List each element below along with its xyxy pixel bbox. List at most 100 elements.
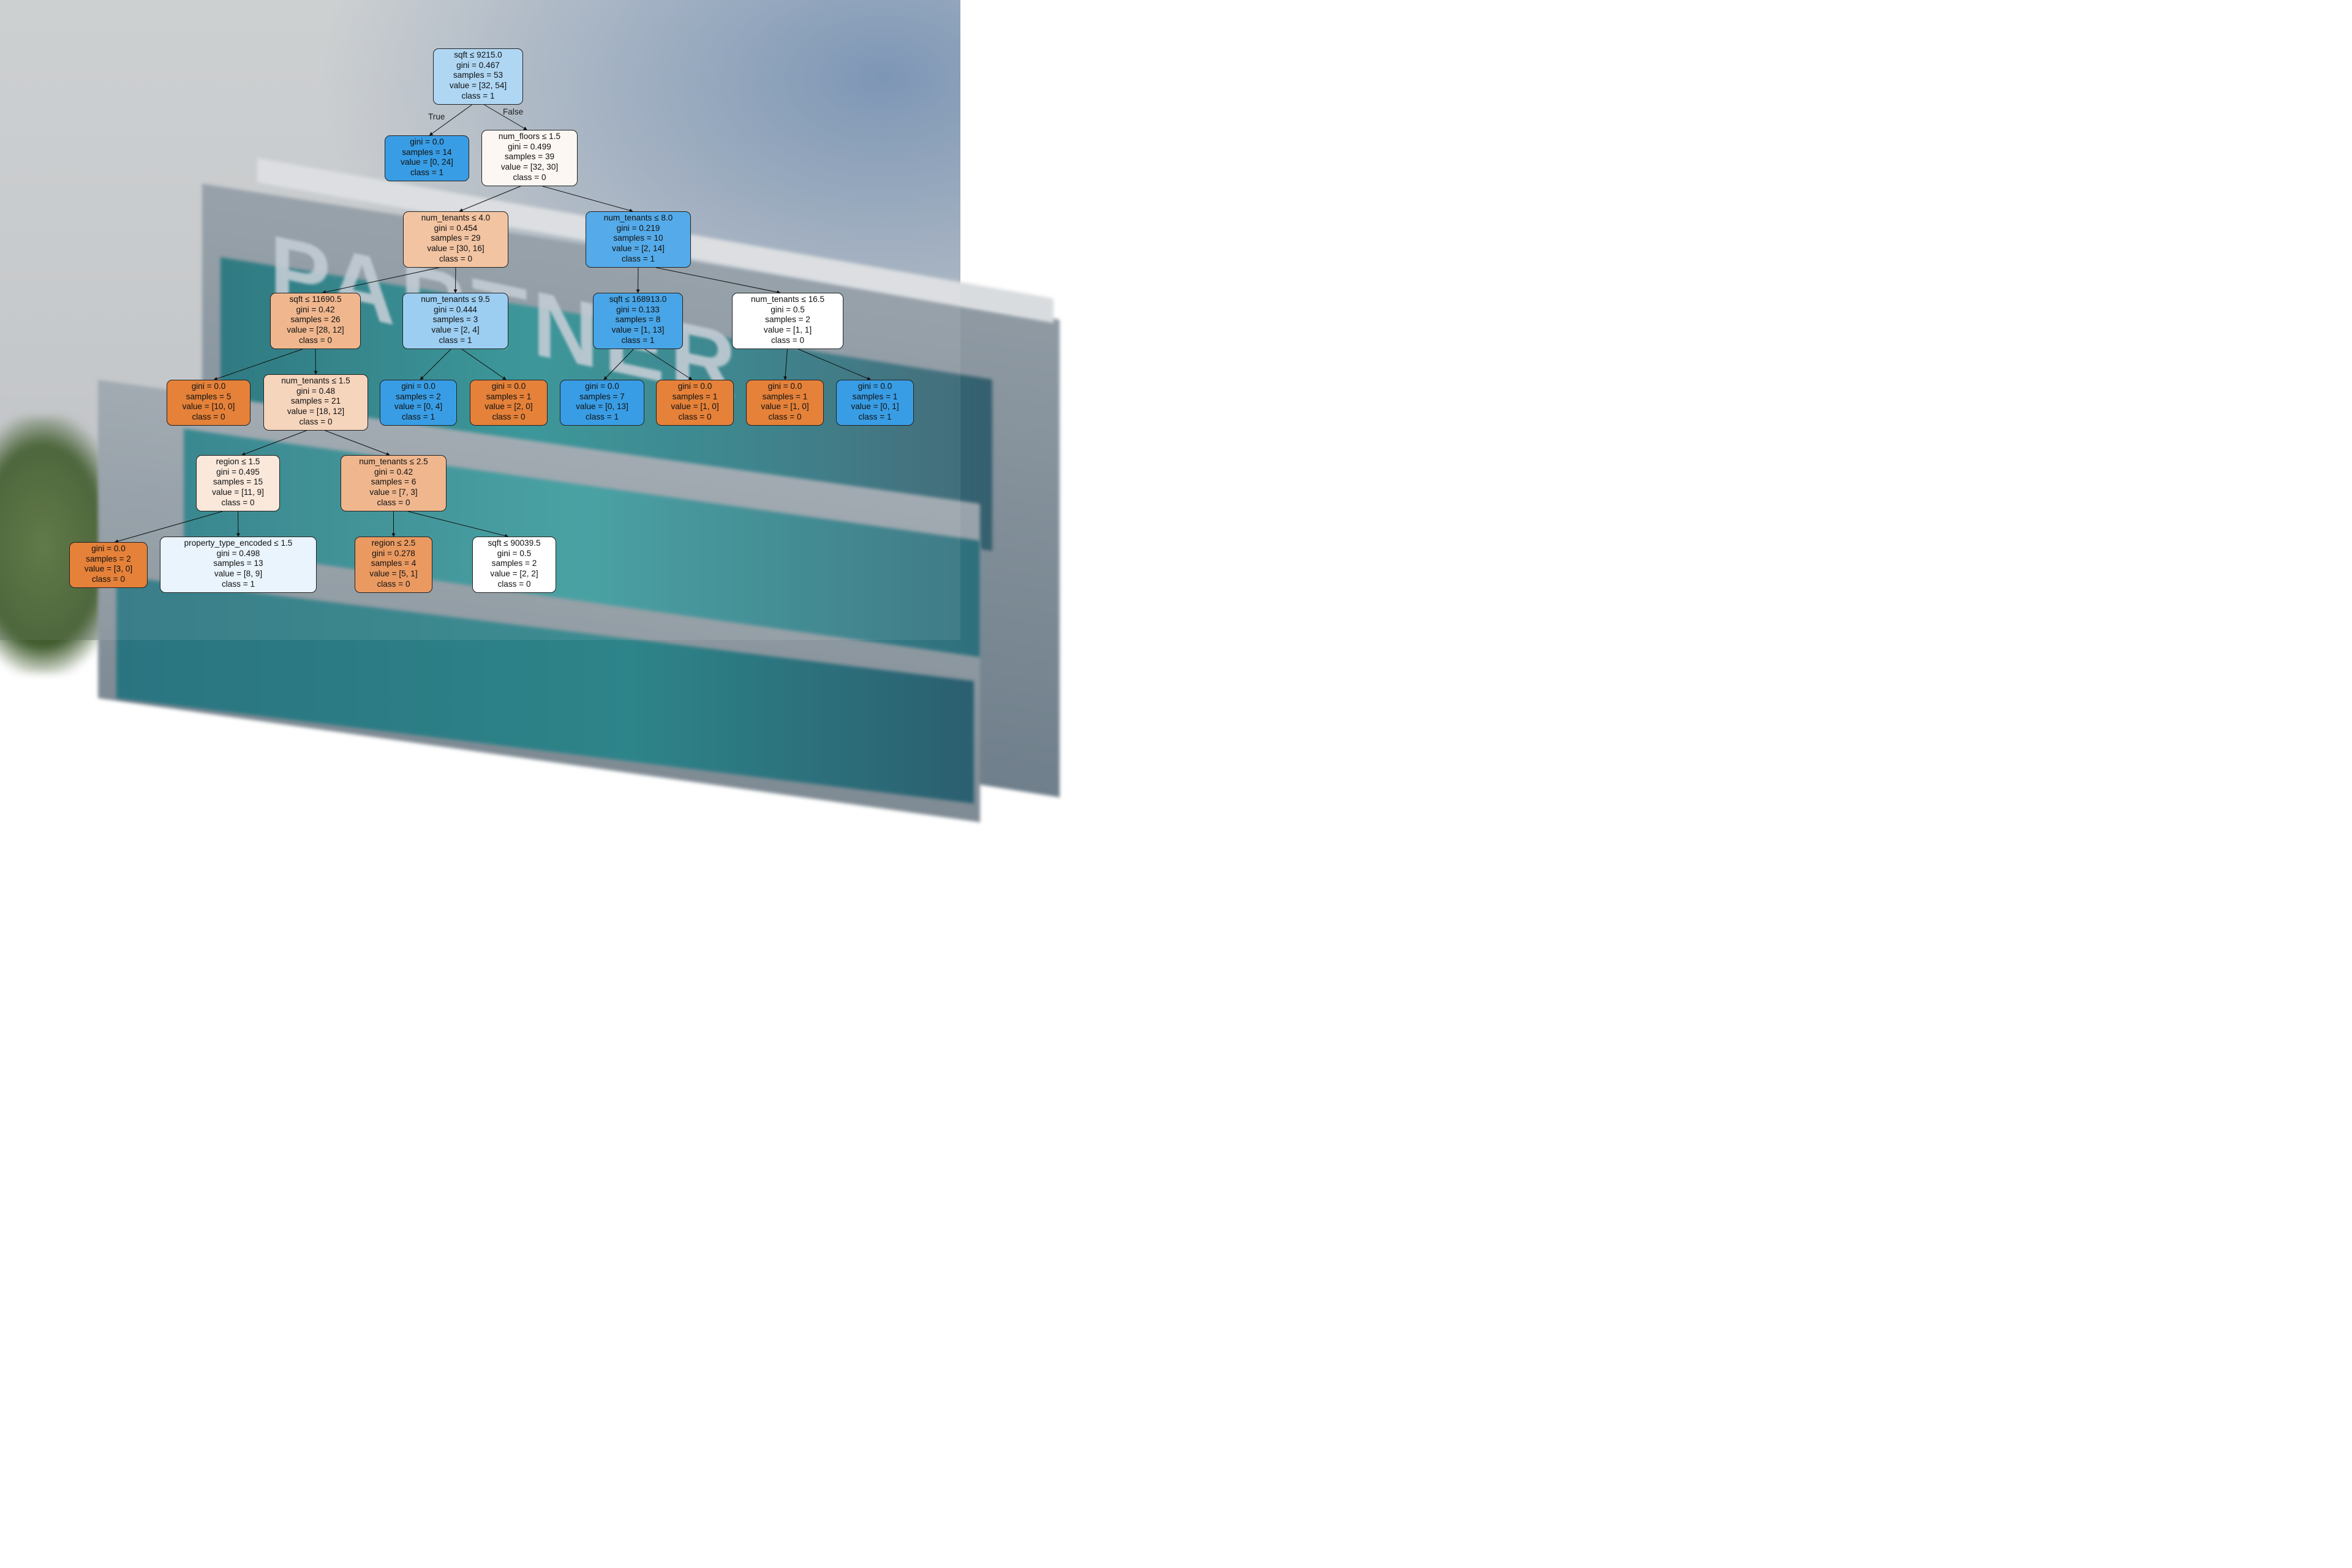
tree-edge <box>603 349 634 380</box>
node-text-line: value = [0, 24] <box>401 157 453 167</box>
node-text-line: value = [1, 0] <box>761 402 809 412</box>
edge-label-false: False <box>503 107 524 116</box>
node-text-line: num_floors ≤ 1.5 <box>498 132 561 141</box>
node-text-line: value = [1, 1] <box>763 325 812 335</box>
node-text-line: gini = 0.42 <box>296 304 335 314</box>
node-text-line: value = [5, 1] <box>369 569 418 579</box>
tree-node-root: sqft ≤ 9215.0 gini = 0.467 samples = 53 val… <box>433 48 523 105</box>
node-text-line: class = 0 <box>513 172 546 182</box>
node-text-line: num_tenants ≤ 4.0 <box>421 213 491 222</box>
tree-node-leaf: gini = 0.0 samples = 1 value = [1, 0] class… <box>746 380 824 426</box>
node-text-line: samples = 1 <box>762 391 808 401</box>
tree-edge <box>408 511 509 538</box>
node-text-line: samples = 53 <box>453 70 503 80</box>
node-text-line: samples = 13 <box>213 559 263 568</box>
node-text-line: region ≤ 2.5 <box>371 538 416 548</box>
node-text-line: gini = 0.454 <box>434 223 478 233</box>
tree-edge <box>241 430 307 456</box>
node-text-line: gini = 0.133 <box>616 304 660 314</box>
node-text-line: value = [1, 13] <box>611 325 665 335</box>
tree-node-split: num_tenants ≤ 8.0 gini = 0.219 samples = 1… <box>586 211 691 268</box>
node-text-line: gini = 0.278 <box>372 548 415 558</box>
node-text-line: samples = 5 <box>186 391 232 401</box>
node-text-line: value = [0, 4] <box>394 402 443 412</box>
tree-edge <box>644 349 693 380</box>
node-text-line: gini = 0.0 <box>585 382 619 391</box>
tree-node-split: sqft ≤ 90039.5 gini = 0.5 samples = 2 value… <box>472 537 556 593</box>
node-text-line: samples = 15 <box>213 477 263 487</box>
node-text-line: samples = 4 <box>371 559 417 568</box>
node-text-line: gini = 0.499 <box>508 141 551 151</box>
tree-node-split: sqft ≤ 168913.0 gini = 0.133 samples = 8 va… <box>593 293 683 349</box>
node-text-line: value = [28, 12] <box>287 325 344 335</box>
node-text-line: class = 0 <box>377 497 410 507</box>
tree-node-split: num_tenants ≤ 16.5 gini = 0.5 samples = 2v… <box>732 293 843 349</box>
node-text-line: samples = 14 <box>402 147 452 157</box>
node-text-line: gini = 0.0 <box>410 137 444 146</box>
node-text-line: class = 0 <box>492 412 526 422</box>
node-text-line: samples = 8 <box>615 315 661 325</box>
node-text-line: gini = 0.498 <box>216 548 260 558</box>
node-text-line: value = [0, 13] <box>576 402 628 412</box>
node-text-line: samples = 26 <box>290 315 341 325</box>
node-text-line: class = 0 <box>91 575 126 584</box>
node-text-line: sqft ≤ 90039.5 <box>488 538 541 548</box>
tree-node-leaf: gini = 0.0 samples = 1 value = [0, 1] class… <box>836 380 914 426</box>
node-text-line: value = [3, 0] <box>84 564 133 574</box>
tree-edge <box>542 186 633 213</box>
node-text-line: value = [18, 12] <box>287 407 345 417</box>
node-text-line: value = [11, 9] <box>212 488 264 497</box>
node-text-line: class = 0 <box>497 579 531 589</box>
node-text-line: value = [2, 2] <box>490 569 538 579</box>
edge-label-true: True <box>428 112 445 121</box>
tree-node-leaf: gini = 0.0 samples = 5 value = [10, 0] clas… <box>167 380 251 426</box>
tree-edge <box>797 349 871 380</box>
node-text-line: class = 0 <box>439 254 473 263</box>
node-text-line: class = 0 <box>771 335 805 345</box>
node-text-line: class = 1 <box>439 335 472 345</box>
node-text-line: class = 1 <box>858 412 892 422</box>
node-text-line: samples = 1 <box>852 391 898 401</box>
node-text-line: gini = 0.495 <box>216 467 260 477</box>
node-text-line: value = [2, 14] <box>612 244 665 254</box>
node-text-line: gini = 0.467 <box>456 60 500 70</box>
node-text-line: gini = 0.444 <box>434 304 477 314</box>
node-text-line: samples = 3 <box>432 315 478 325</box>
node-text-line: class = 1 <box>221 579 255 589</box>
node-text-line: class = 0 <box>377 579 410 589</box>
tree-node-split: region ≤ 2.5 gini = 0.278 samples = 4 value… <box>355 537 432 593</box>
node-text-line: class = 1 <box>401 412 435 422</box>
node-text-line: gini = 0.219 <box>616 223 660 233</box>
node-text-line: class = 0 <box>678 412 712 422</box>
node-text-line: gini = 0.0 <box>677 382 712 391</box>
node-text-line: samples = 39 <box>504 152 555 162</box>
node-text-line: num_tenants ≤ 8.0 <box>603 213 673 222</box>
node-text-line: class = 0 <box>192 412 225 422</box>
tree-edge <box>656 267 781 294</box>
node-text-line: gini = 0.48 <box>296 386 336 396</box>
node-text-line: class = 1 <box>461 91 495 100</box>
node-text-line: value = [0, 1] <box>851 402 899 412</box>
tree-edge <box>322 267 439 294</box>
tree-node-leaf: gini = 0.0 samples = 1 value = [2, 0] class… <box>470 380 548 426</box>
node-text-line: samples = 1 <box>672 391 718 401</box>
node-text-line: class = 1 <box>621 254 655 263</box>
node-text-line: samples = 21 <box>290 396 341 406</box>
tree-edge <box>461 349 507 380</box>
node-text-line: value = [32, 30] <box>500 162 559 172</box>
node-text-line: sqft ≤ 168913.0 <box>609 295 667 304</box>
tree-node-leaf: gini = 0.0 samples = 14 value = [0, 24] cla… <box>385 135 469 181</box>
node-text-line: samples = 29 <box>431 233 481 243</box>
tree-edge <box>459 186 521 212</box>
node-text-line: gini = 0.5 <box>771 304 805 314</box>
tree-node-split: sqft ≤ 11690.5 gini = 0.42 samples = 26 val… <box>270 293 361 349</box>
tree-node-split: num_tenants ≤ 4.0 gini = 0.454 samples = 2… <box>403 211 508 268</box>
node-text-line: sqft ≤ 9215.0 <box>454 50 502 59</box>
node-text-line: gini = 0.0 <box>767 382 802 391</box>
node-text-line: samples = 2 <box>765 315 810 325</box>
node-text-line: class = 0 <box>768 412 802 422</box>
tree-node-leaf: gini = 0.0 samples = 1 value = [1, 0] class… <box>656 380 734 426</box>
tree-node-split: num_floors ≤ 1.5 gini = 0.499 samples = 39… <box>481 130 578 186</box>
node-text-line: value = [30, 16] <box>427 244 484 254</box>
node-text-line: property_type_encoded ≤ 1.5 <box>184 538 293 548</box>
